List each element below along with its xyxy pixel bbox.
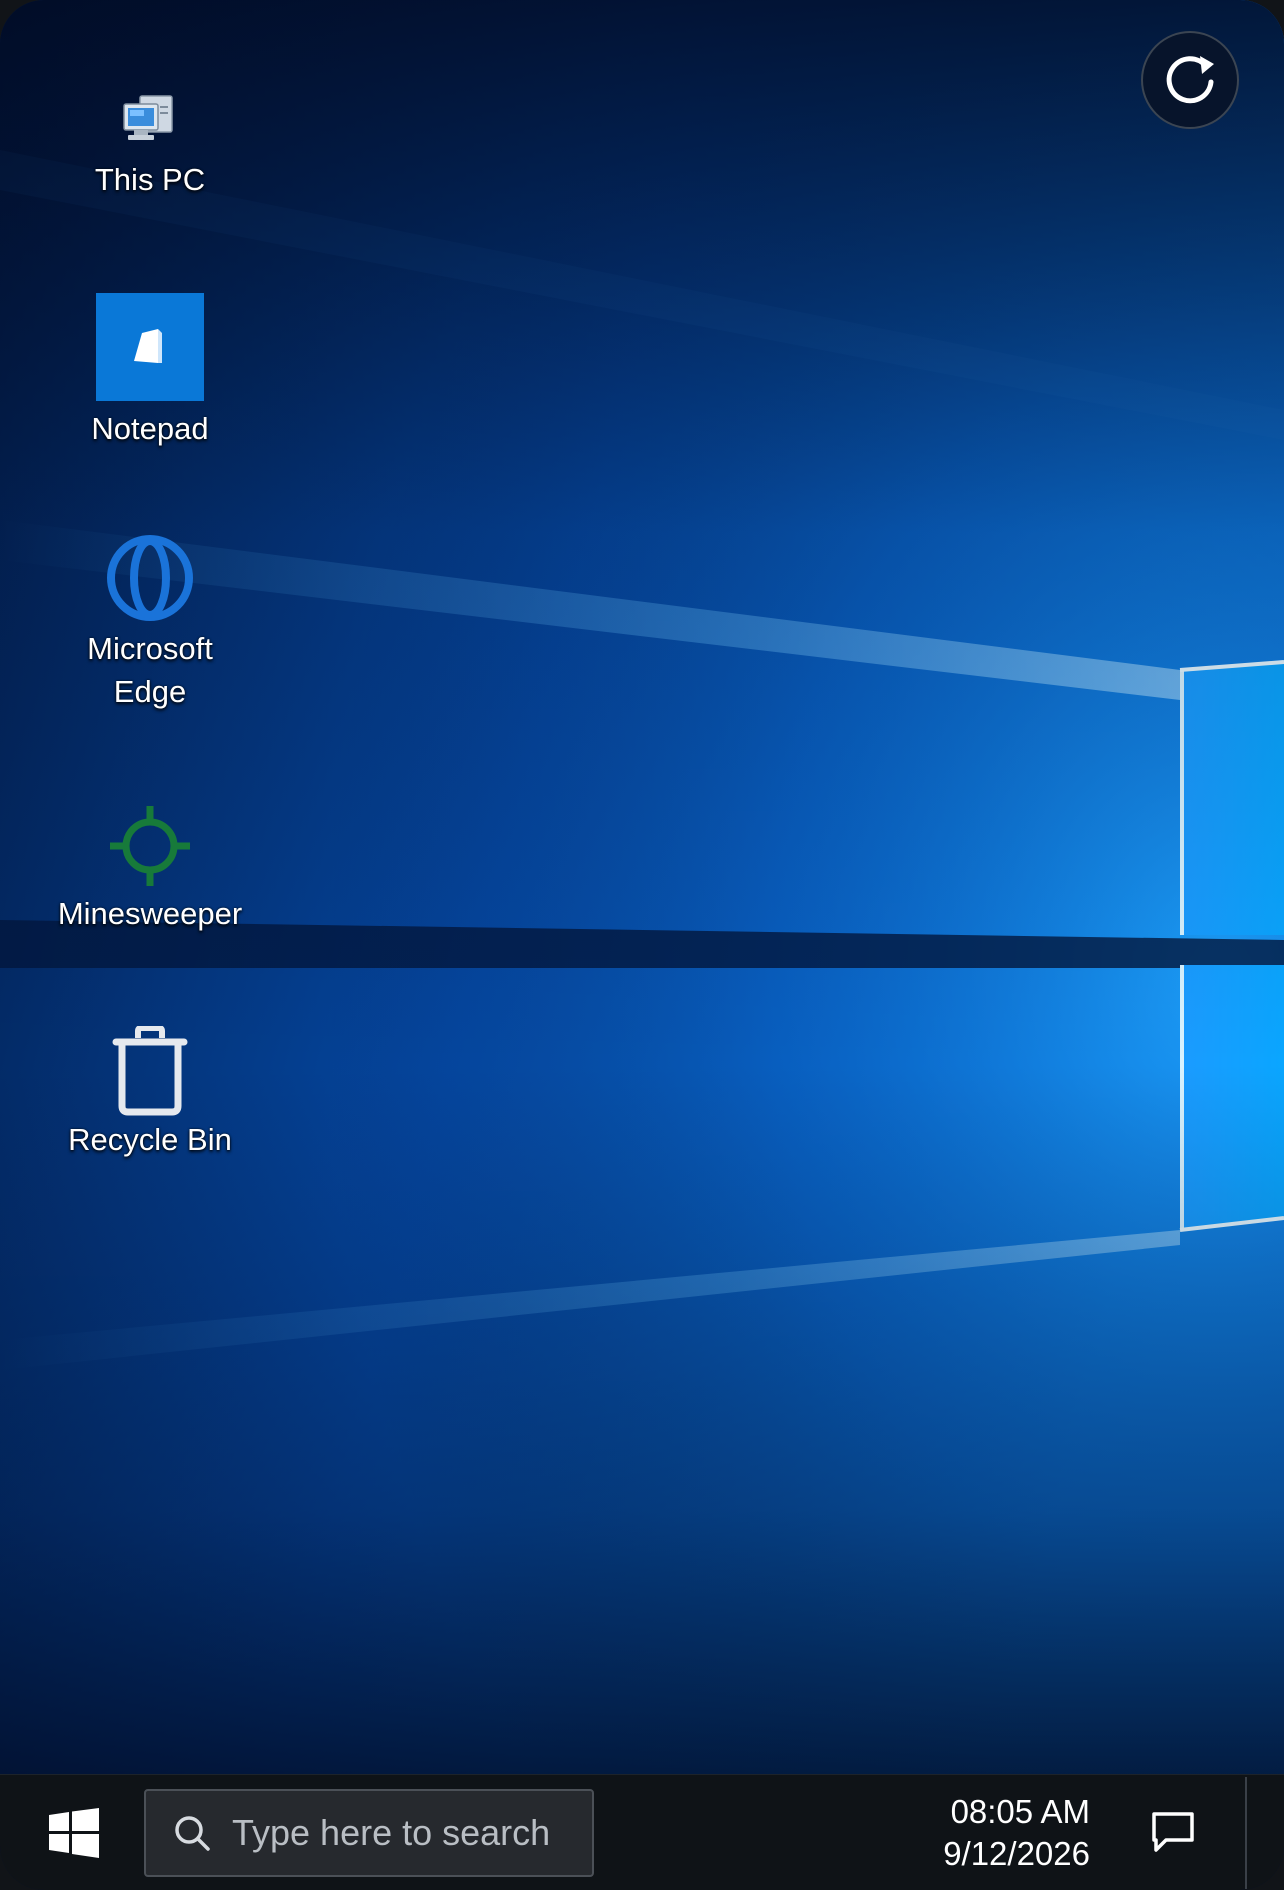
desktop-icon-notepad[interactable]: Notepad: [40, 293, 260, 450]
chat-bubble-icon: [1152, 1812, 1194, 1852]
desktop-icon-minesweeper[interactable]: Minesweeper: [40, 804, 260, 935]
refresh-button[interactable]: [1141, 31, 1239, 129]
taskbar: Type here to search 08:05 AM 9/12/2026: [0, 1774, 1284, 1890]
refresh-icon: [1166, 56, 1214, 104]
taskbar-search-box[interactable]: Type here to search: [144, 1789, 594, 1877]
taskbar-clock[interactable]: 08:05 AM 9/12/2026: [900, 1789, 1090, 1877]
desktop-icon-label: Recycle Bin: [68, 1122, 232, 1157]
edge-icon: [107, 535, 193, 621]
desktop-screen: This PC Notepad Microsoft Edge Minesweep…: [0, 0, 1284, 1890]
windows-logo-icon: [49, 1808, 99, 1858]
desktop-icon-this-pc[interactable]: This PC: [40, 92, 260, 201]
crosshair-icon: [110, 806, 190, 886]
computer-icon: [123, 95, 173, 140]
start-button[interactable]: [36, 1789, 112, 1877]
search-placeholder: Type here to search: [232, 1812, 551, 1853]
desktop-icon-label: Microsoft Edge: [87, 631, 213, 709]
clock-time: 08:05 AM: [950, 1793, 1090, 1830]
search-icon: [172, 1813, 212, 1853]
desktop-icon-label: This PC: [94, 162, 206, 197]
desktop-icon-label: Minesweeper: [57, 896, 243, 931]
recycle-bin-icon: [112, 1026, 188, 1116]
show-desktop-button[interactable]: [1245, 1777, 1247, 1889]
action-center-button[interactable]: [1140, 1799, 1206, 1865]
desktop-icon-label: Notepad: [91, 411, 209, 446]
desktop-icon-microsoft-edge[interactable]: Microsoft Edge: [40, 533, 260, 713]
desktop-icon-recycle-bin[interactable]: Recycle Bin: [40, 1026, 260, 1161]
notepad-icon: [96, 293, 204, 401]
clock-date: 9/12/2026: [943, 1835, 1090, 1872]
